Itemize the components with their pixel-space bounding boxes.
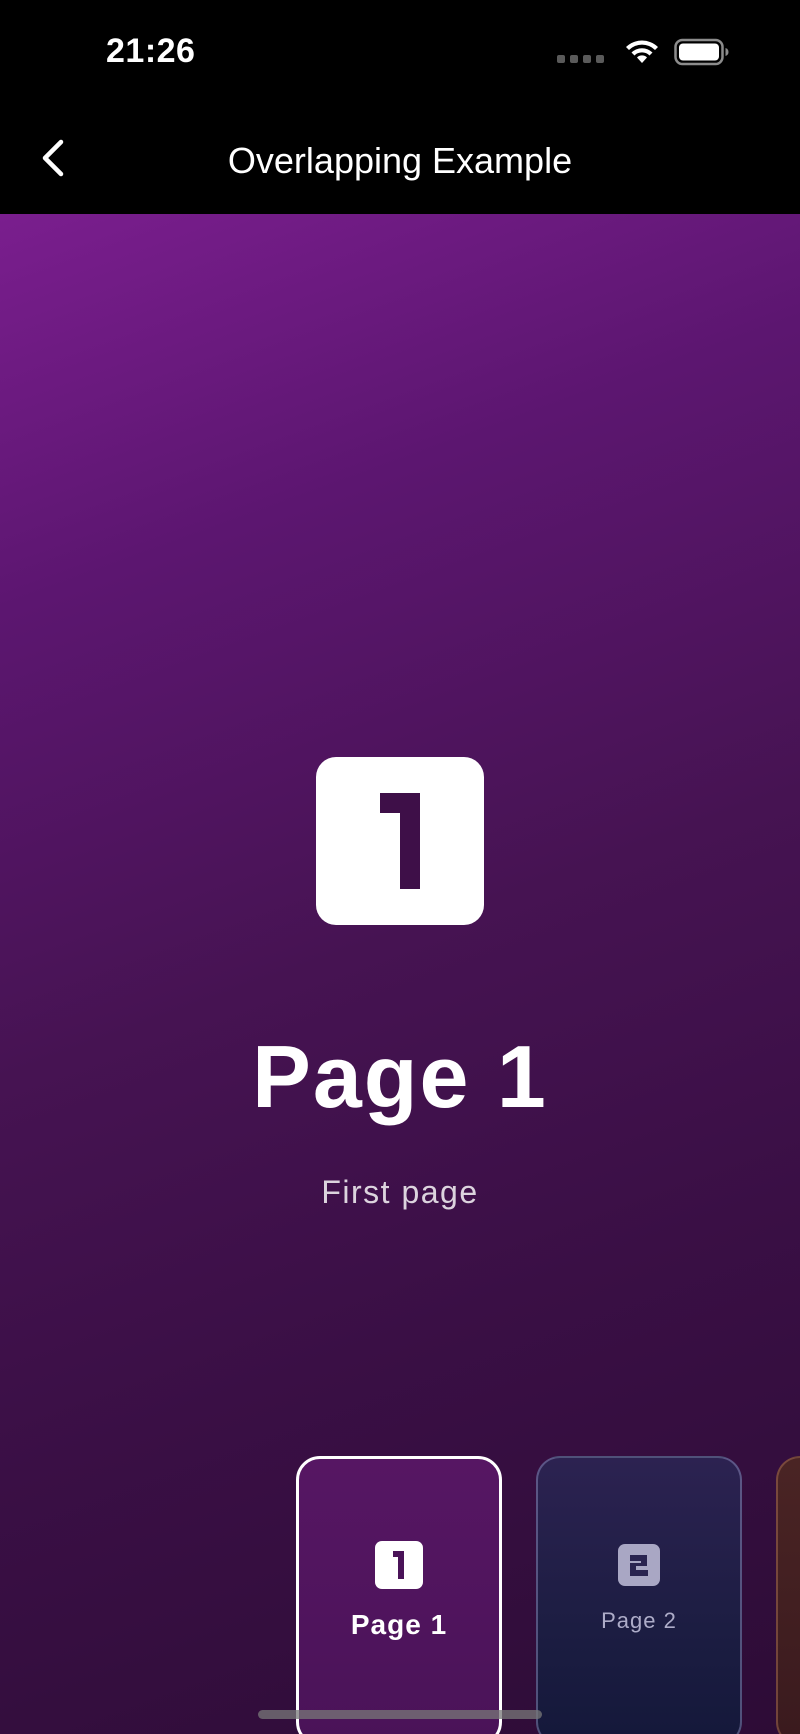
status-icons [557,38,730,71]
wifi-icon [624,38,660,71]
thumbnail-page-3[interactable] [776,1456,800,1734]
thumbnail-page-2[interactable]: Page 2 [536,1456,742,1734]
page-number-icon [316,757,484,925]
battery-icon [674,38,730,71]
thumbnail-page-1[interactable]: Page 1 [296,1456,502,1734]
app-screen: 21:26 Overlapping Example Page 1 First p… [0,0,800,1734]
page-title-header: Overlapping Example [227,140,573,181]
page-heading: Page 1 [252,1027,548,1126]
navigation-bar: Overlapping Example [0,110,800,214]
page-1-icon [375,1541,423,1589]
status-bar: 21:26 [0,0,800,110]
thumbnail-label: Page 1 [350,1609,448,1640]
cellular-signal-icon [557,55,604,63]
thumbnail-label: Page 2 [601,1608,677,1633]
home-indicator[interactable] [258,1710,542,1719]
page-2-icon [618,1544,660,1586]
status-time: 21:26 [106,32,196,70]
page-subtitle: First page [321,1174,479,1210]
